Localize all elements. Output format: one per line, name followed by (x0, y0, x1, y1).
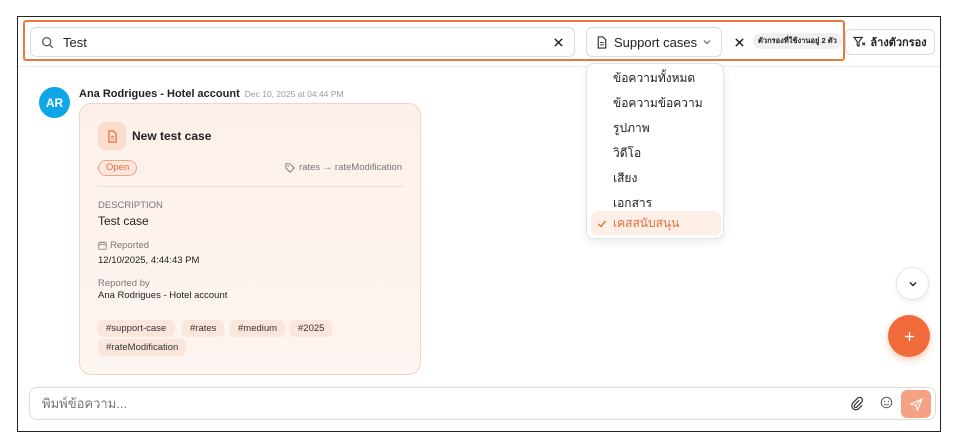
dropdown-item-label: ข้อความทั้งหมด (613, 71, 696, 85)
clear-type-filter-icon[interactable] (730, 33, 748, 51)
chevron-down-icon (702, 37, 712, 47)
dropdown-item-all-messages[interactable]: ข้อความทั้งหมด (591, 66, 721, 90)
message-type-select[interactable]: Support cases (586, 27, 722, 57)
case-title: New test case (132, 129, 212, 143)
reported-by-label: Reported by (98, 278, 150, 289)
check-icon (597, 211, 607, 235)
tag-chip[interactable]: #2025 (290, 320, 333, 337)
tag-chip[interactable]: #medium (230, 320, 286, 337)
dropdown-item-label: ข้อความข้อความ (613, 96, 703, 110)
case-file-icon (98, 122, 126, 150)
send-icon (909, 397, 923, 411)
message-type-label: Support cases (614, 34, 698, 50)
clear-filters-label: ล้างตัวกรอง (870, 37, 927, 49)
tag-chip[interactable]: #support-case (98, 320, 175, 337)
dropdown-item-label: วิดีโอ (613, 146, 642, 160)
active-filters-badge: ตัวกรองที่ใช้งานอยู่ 2 ตัว (753, 33, 842, 49)
tag-chip[interactable]: #rates (182, 320, 225, 337)
card-divider (98, 186, 403, 187)
plus-icon (904, 331, 915, 342)
clear-search-icon[interactable] (553, 37, 564, 48)
search-input[interactable]: Test (30, 27, 575, 57)
dropdown-item-images[interactable]: รูปภาพ (591, 116, 721, 140)
send-button[interactable] (901, 390, 931, 418)
reported-value: 12/10/2025, 4:44:43 PM (98, 255, 200, 266)
message-header: Ana Rodrigues - Hotel account Dec 10, 202… (79, 88, 344, 100)
tag-icon (285, 162, 295, 173)
dropdown-item-text-messages[interactable]: ข้อความข้อความ (591, 91, 721, 115)
tag-chip[interactable]: #rateModification (98, 339, 187, 356)
dropdown-item-label: เอกสาร (613, 196, 653, 210)
message-timestamp: Dec 10, 2025 at 04:44 PM (244, 89, 344, 99)
dropdown-item-audio[interactable]: เสียง (591, 166, 721, 190)
emoji-icon[interactable] (880, 396, 893, 409)
description-label: DESCRIPTION (98, 200, 163, 211)
clear-filters-button[interactable]: ล้างตัวกรอง (845, 29, 935, 55)
search-icon (41, 36, 54, 49)
dropdown-item-support-cases[interactable]: เคสสนับสนุน (591, 211, 721, 235)
reported-by-value: Ana Rodrigues - Hotel account (98, 290, 228, 301)
app-window: Test Support cases ตัวกรองที่ใช้งานอยู่ … (17, 16, 941, 432)
filter-clear-icon (853, 36, 866, 48)
case-route: rates → rateModification (285, 162, 402, 173)
chevron-down-icon (908, 279, 918, 289)
paperclip-icon[interactable] (850, 396, 863, 411)
dropdown-item-videos[interactable]: วิดีโอ (591, 141, 721, 165)
dropdown-item-label: รูปภาพ (613, 121, 650, 135)
add-button[interactable] (888, 315, 930, 357)
message-type-dropdown: ข้อความทั้งหมด ข้อความข้อความ รูปภาพ วิด… (586, 63, 724, 239)
message-input[interactable]: พิมพ์ข้อความ... (42, 393, 935, 414)
reported-label: Reported (110, 240, 150, 251)
scroll-down-button[interactable] (896, 267, 929, 300)
status-badge: Open (98, 160, 138, 176)
document-icon (596, 35, 608, 49)
support-case-card[interactable]: New test case Open rates → rateModificat… (79, 103, 421, 375)
sender-name: Ana Rodrigues - Hotel account (79, 88, 240, 100)
dropdown-item-label: เคสสนับสนุน (613, 216, 680, 230)
case-route-text: rates → rateModification (299, 162, 402, 173)
filter-bar: Test Support cases ตัวกรองที่ใช้งานอยู่ … (18, 17, 940, 67)
avatar[interactable]: AR (39, 87, 70, 118)
search-value[interactable]: Test (63, 35, 553, 50)
calendar-icon (98, 241, 107, 250)
description-value: Test case (98, 214, 149, 228)
message-composer[interactable]: พิมพ์ข้อความ... (29, 387, 936, 420)
dropdown-item-label: เสียง (613, 171, 638, 185)
reported-label-row: Reported (98, 240, 149, 251)
